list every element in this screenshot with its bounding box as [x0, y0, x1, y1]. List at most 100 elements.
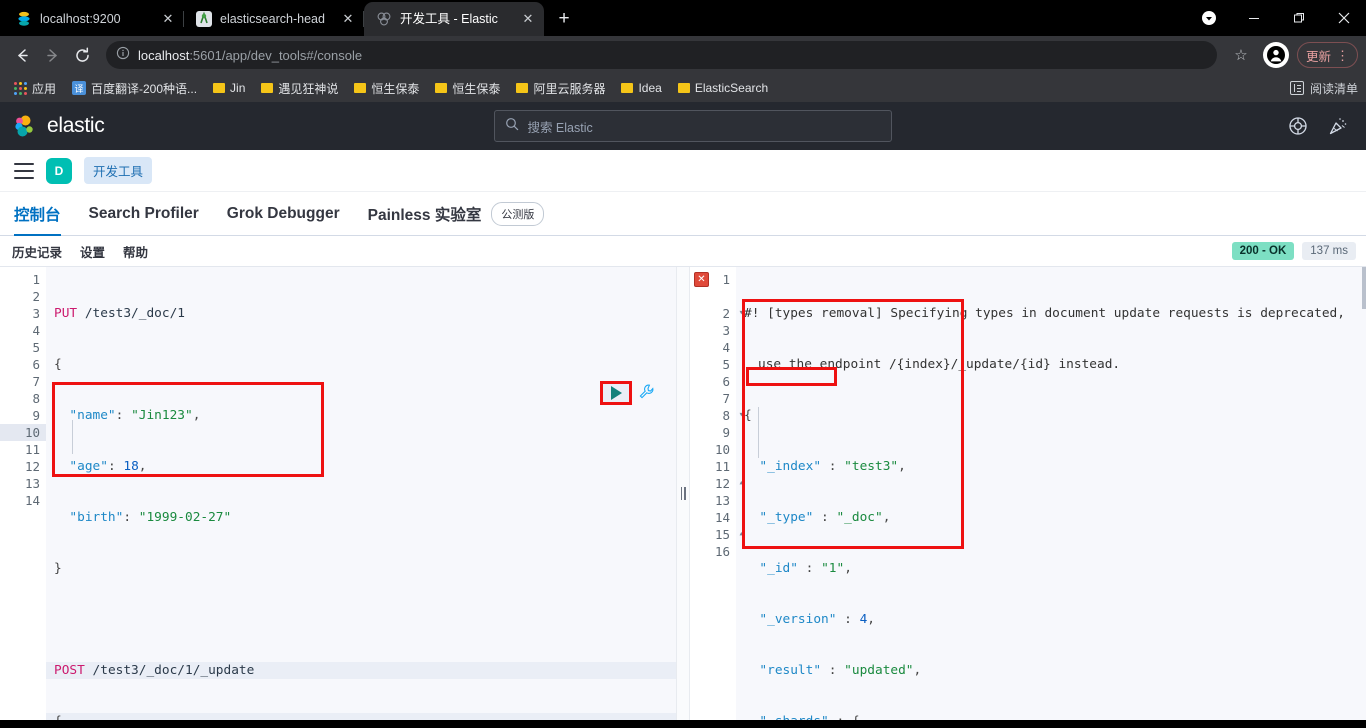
code-line: POST /test3/_doc/1/_update	[46, 662, 676, 679]
response-warning-line-2: use the endpoint /{index}/_update/{id} i…	[758, 357, 1121, 372]
update-label: 更新	[1305, 49, 1331, 64]
response-time-badge: 137 ms	[1302, 242, 1356, 260]
code-line: "age": 18,	[54, 459, 147, 474]
browser-tab-0[interactable]: localhost:9200 ✕	[4, 2, 184, 36]
request-editor[interactable]: 1 2▾ 3 4 5 6▴ 7 8 9▾ 10▾ 11 12▴ 13▴ 14 P…	[0, 267, 676, 720]
close-icon[interactable]: ✕	[160, 11, 176, 27]
gutter-line: 5	[722, 357, 730, 372]
response-viewer[interactable]: 1 2 ▾ 3 4 5 6 7 8 ▾ 9 10 11 12 ▴ 13 14 15 ▴	[690, 267, 1366, 720]
gutter-line: 14	[714, 510, 730, 525]
header-actions	[1288, 116, 1354, 136]
bookmark-star-icon[interactable]: ☆	[1227, 41, 1255, 69]
bookmark-baidu-translate[interactable]: 译 百度翻译-200种语...	[66, 78, 203, 99]
gutter-line: 11	[24, 442, 40, 457]
reading-list-button[interactable]: 阅读清单	[1289, 80, 1358, 97]
tab-grok-debugger[interactable]: Grok Debugger	[227, 192, 340, 236]
minimize-button[interactable]	[1231, 0, 1276, 36]
reload-icon[interactable]	[68, 41, 96, 69]
response-status: 200 - OK 137 ms	[1231, 242, 1356, 260]
bookmarks-bar: 应用 译 百度翻译-200种语... Jin 遇见狂神说 恒生保泰 恒生保泰 阿…	[0, 74, 1366, 102]
download-indicator-icon[interactable]	[1186, 0, 1231, 36]
chrome-menu-icon[interactable]: ⋮	[1336, 49, 1349, 62]
pane-splitter[interactable]	[676, 267, 690, 720]
bookmark-folder-4[interactable]: 恒生保泰	[348, 78, 425, 99]
history-button[interactable]: 历史记录	[12, 242, 62, 261]
folder-icon	[621, 83, 634, 93]
breadcrumb-dev-tools[interactable]: 开发工具	[84, 157, 153, 184]
close-icon[interactable]: ✕	[340, 11, 356, 27]
bookmark-folder-jin[interactable]: Jin	[207, 79, 251, 97]
folder-icon	[677, 83, 690, 93]
wrench-icon[interactable]	[638, 383, 655, 404]
browser-tab-1[interactable]: elasticsearch-head ✕	[184, 2, 364, 36]
help-button[interactable]: 帮助	[123, 242, 148, 261]
response-code[interactable]: #! [types removal] Specifying types in d…	[736, 267, 1366, 720]
code-line: "_index" : "test3",	[744, 459, 906, 474]
request-actions	[600, 381, 655, 405]
run-request-play-icon	[610, 386, 622, 400]
bookmark-folder-idea[interactable]: Idea	[615, 79, 667, 97]
beta-badge: 公测版	[491, 201, 545, 226]
bookmark-label: ElasticSearch	[694, 81, 769, 95]
bookmark-label: Idea	[638, 81, 662, 95]
search-input[interactable]: 搜索 Elastic	[494, 110, 893, 142]
space-badge[interactable]: D	[46, 157, 72, 184]
update-browser-button[interactable]: 更新 ⋮	[1296, 42, 1358, 68]
settings-button[interactable]: 设置	[80, 242, 105, 261]
help-lifebuoy-icon[interactable]	[1288, 116, 1308, 136]
gutter-line: 11	[714, 459, 730, 474]
tab-console[interactable]: 控制台	[14, 192, 61, 236]
bookmark-folder-3[interactable]: 遇见狂神说	[255, 78, 344, 99]
address-bar[interactable]: localhost:5601/app/dev_tools#/console	[106, 41, 1217, 69]
gutter-line: 2▾	[0, 288, 54, 305]
tab-painless-lab[interactable]: Painless 实验室	[368, 192, 482, 236]
elastic-logo[interactable]: elastic	[12, 113, 105, 139]
response-scrollbar[interactable]	[1362, 267, 1366, 309]
close-window-button[interactable]	[1321, 0, 1366, 36]
gutter-line: 9	[722, 425, 730, 440]
request-code[interactable]: PUT /test3/_doc/1 { "name": "Jin123", "a…	[46, 267, 676, 720]
new-tab-button[interactable]: +	[550, 5, 578, 33]
gutter-line: 3	[32, 306, 40, 321]
reading-list-icon	[1289, 81, 1304, 95]
back-icon[interactable]	[8, 41, 36, 69]
party-popper-icon[interactable]	[1328, 116, 1348, 136]
browser-tab-title: elasticsearch-head	[220, 12, 325, 26]
bookmark-folder-elasticsearch[interactable]: ElasticSearch	[672, 79, 774, 97]
close-icon[interactable]: ✕	[520, 11, 536, 27]
code-line: }	[54, 561, 62, 576]
hamburger-menu-icon[interactable]	[14, 162, 34, 179]
gutter-line: 12▴	[714, 476, 744, 491]
bookmark-folder-6[interactable]: 阿里云服务器	[510, 78, 611, 99]
code-line: "name": "Jin123",	[54, 408, 201, 423]
code-line: "_version" : 4,	[744, 612, 876, 627]
browser-tabstrip: localhost:9200 ✕ elasticsearch-head ✕ 开发…	[0, 0, 1366, 36]
request-gutter: 1 2▾ 3 4 5 6▴ 7 8 9▾ 10▾ 11 12▴ 13▴ 14	[0, 267, 54, 720]
bookmark-apps[interactable]: 应用	[8, 78, 62, 99]
profile-avatar[interactable]	[1262, 42, 1289, 68]
forward-icon[interactable]	[38, 41, 66, 69]
gutter-line: 14	[24, 493, 40, 508]
gutter-line: 1	[32, 272, 40, 287]
folder-icon	[261, 83, 274, 93]
bookmark-label: 恒生保泰	[452, 81, 501, 96]
browser-navbar: localhost:5601/app/dev_tools#/console ☆ …	[0, 36, 1366, 74]
elastic-brand-text: elastic	[47, 114, 105, 137]
code-line: "_id" : "1",	[744, 561, 852, 576]
breadcrumb-bar: D 开发工具	[0, 150, 1366, 192]
address-host: localhost	[138, 47, 190, 63]
tab-search-profiler[interactable]: Search Profiler	[89, 192, 199, 236]
maximize-button[interactable]	[1276, 0, 1321, 36]
site-info-icon[interactable]	[116, 46, 130, 65]
head-plugin-icon	[196, 11, 212, 27]
status-badge: 200 - OK	[1231, 242, 1295, 260]
response-error-marker-icon[interactable]: ✕	[694, 272, 709, 287]
indent-guide	[758, 407, 759, 458]
gutter-line: 2▾	[722, 306, 744, 321]
run-request-button[interactable]	[600, 381, 632, 405]
bookmark-folder-5[interactable]: 恒生保泰	[429, 78, 506, 99]
browser-tab-2[interactable]: 开发工具 - Elastic ✕	[364, 2, 544, 36]
page-content: elastic 搜索 Elastic D 开发工具 控制台 Search Pro…	[0, 102, 1366, 720]
window-controls	[1186, 0, 1366, 36]
